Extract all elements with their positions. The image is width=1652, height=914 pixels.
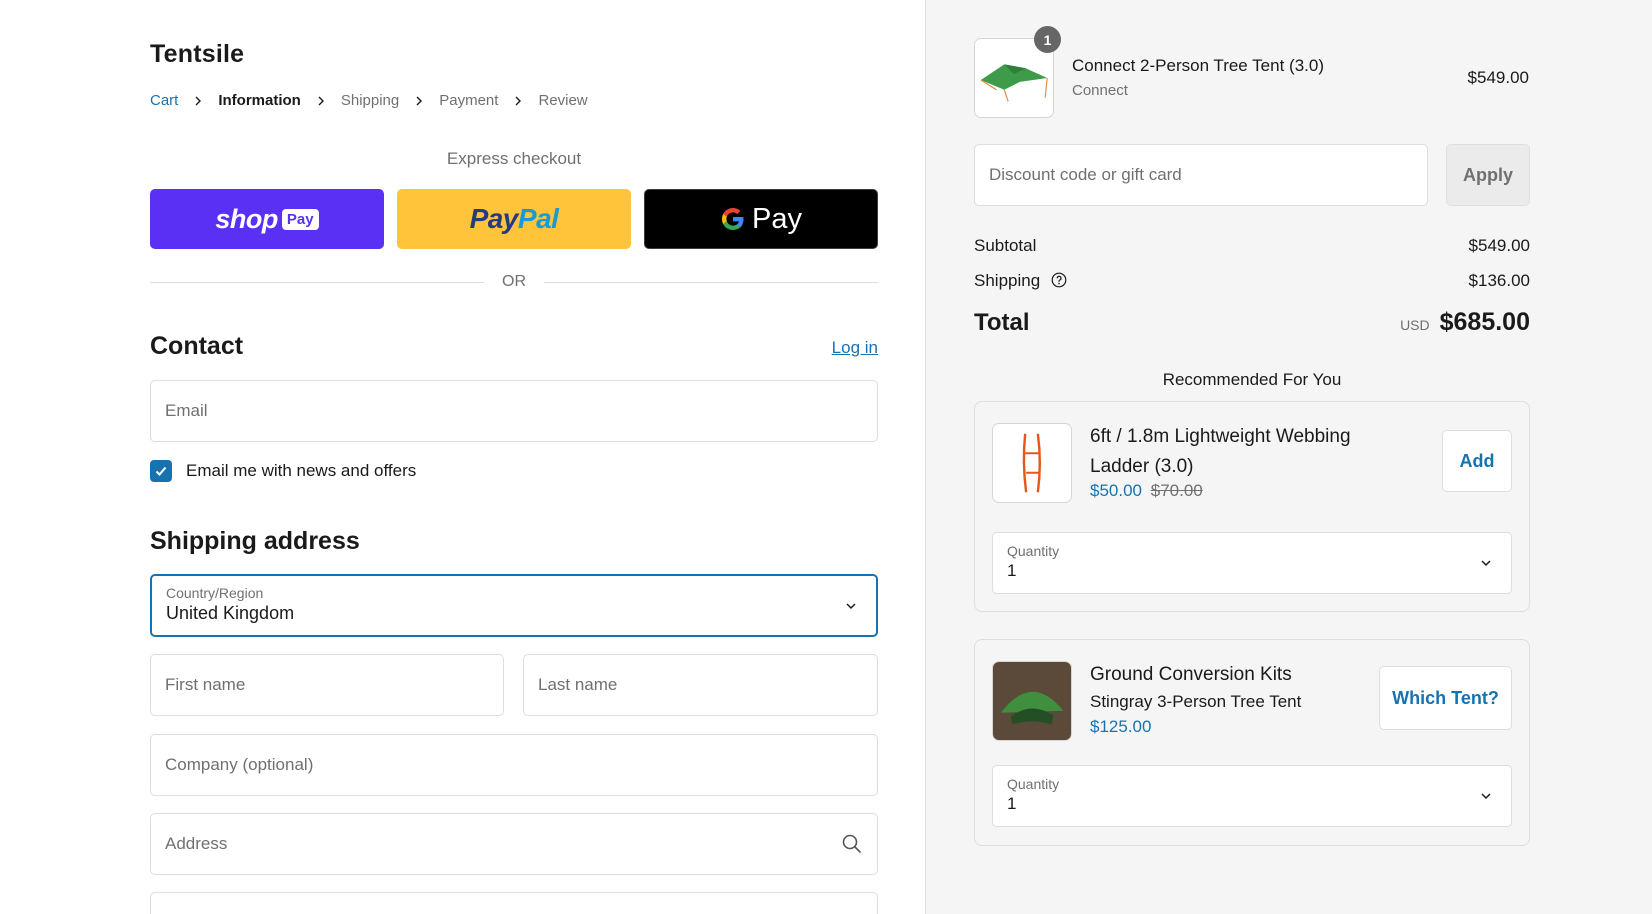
shipping-address-title: Shipping address [150, 527, 360, 555]
webbing-ladder-image [992, 423, 1072, 503]
subtotal-value: $549.00 [1468, 236, 1530, 255]
breadcrumb-shipping: Shipping [340, 92, 400, 109]
discount-code-field[interactable] [974, 144, 1428, 206]
cart-item-name: Connect 2-Person Tree Tent (3.0) [1072, 56, 1324, 75]
recommendation-subtitle: Stingray 3-Person Tree Tent [1090, 692, 1302, 711]
subtotal-label: Subtotal [974, 236, 1037, 255]
total-amount: USD $685.00 [1400, 308, 1530, 337]
recommendation-compare-price: $70.00 [1150, 481, 1203, 500]
newsletter-checkbox[interactable] [150, 460, 172, 482]
breadcrumb-payment: Payment [439, 92, 499, 109]
total-label: Total [974, 308, 1030, 336]
quantity-select[interactable]: Quantity 1 [992, 532, 1512, 594]
shipping-row: Shipping $136.00 [974, 271, 1530, 291]
last-name-field[interactable] [523, 654, 878, 716]
quantity-select[interactable]: Quantity 1 [992, 765, 1512, 827]
chevron-right-icon [512, 95, 524, 107]
help-circle-icon[interactable] [1051, 272, 1067, 288]
chevron-right-icon [413, 95, 425, 107]
address-field[interactable] [150, 813, 878, 875]
breadcrumb-information: Information [218, 92, 301, 109]
chevron-down-icon [1481, 793, 1491, 800]
cart-item-variant: Connect [1072, 82, 1128, 99]
email-field[interactable] [150, 380, 878, 442]
last-name-input[interactable] [538, 675, 863, 695]
recommendation-name: 6ft / 1.8m Lightweight Webbing Ladder (3… [1090, 426, 1351, 477]
total-row: Total USD $685.00 [974, 308, 1530, 337]
shop-pay-logo: shop [215, 203, 278, 234]
google-pay-button[interactable]: Pay [644, 189, 878, 249]
google-pay-label: Pay [752, 202, 802, 235]
address-input[interactable] [165, 834, 863, 854]
or-divider: OR [150, 273, 878, 291]
order-summary-panel: 1 Connect 2-Person Tree Tent (3.0) Conne… [925, 0, 1652, 914]
recommendation-card: Ground Conversion Kits Stingray 3-Person… [974, 639, 1530, 846]
store-name[interactable]: Tentsile [150, 40, 244, 69]
country-region-value: United Kingdom [166, 603, 295, 623]
quantity-value: 1 [1007, 561, 1017, 580]
breadcrumb: Cart Information Shipping Payment Review [150, 92, 588, 109]
shipping-label-group: Shipping [974, 271, 1067, 291]
shipping-value: $136.00 [1468, 271, 1530, 290]
breadcrumb-cart[interactable]: Cart [150, 92, 178, 109]
shipping-label: Shipping [974, 271, 1041, 290]
company-field[interactable] [150, 734, 878, 796]
divider-line [150, 281, 484, 283]
ladder-icon [1022, 433, 1042, 493]
paypal-logo: PayPal [469, 203, 559, 234]
login-link[interactable]: Log in [832, 338, 878, 358]
checkout-form-panel: Tentsile Cart Information Shipping Payme… [0, 0, 925, 914]
currency-code: USD [1400, 317, 1430, 333]
first-name-field[interactable] [150, 654, 504, 716]
cart-item-price: $549.00 [1467, 68, 1529, 87]
recommendation-price: $125.00 [1090, 717, 1152, 736]
first-name-input[interactable] [165, 675, 489, 695]
cart-quantity-badge: 1 [1034, 26, 1061, 53]
country-region-label: Country/Region [166, 585, 264, 601]
total-value: $685.00 [1439, 308, 1530, 336]
recommendation-price-group: $50.00 $70.00 [1090, 481, 1203, 501]
newsletter-label: Email me with news and offers [186, 461, 417, 480]
contact-title: Contact [150, 332, 244, 360]
paypal-button[interactable]: PayPal [397, 189, 631, 249]
add-recommendation-button[interactable]: Add [1442, 430, 1512, 492]
recommendations-title: Recommended For You [1162, 370, 1342, 389]
shop-pay-button[interactable]: shop Pay [150, 189, 384, 249]
chevron-down-icon [1481, 560, 1491, 567]
ground-kit-image [992, 661, 1072, 741]
quantity-label: Quantity [1007, 776, 1060, 792]
recommendation-price: $50.00 [1090, 481, 1142, 500]
company-input[interactable] [165, 755, 863, 775]
ground-tent-icon [993, 662, 1071, 740]
express-checkout-title: Express checkout [446, 149, 582, 168]
google-g-icon [722, 208, 744, 230]
cart-item-thumbnail: 1 [974, 26, 1061, 118]
chevron-down-icon [846, 602, 856, 609]
chevron-right-icon [315, 95, 327, 107]
or-text: OR [502, 273, 526, 290]
discount-code-input[interactable] [989, 165, 1413, 185]
divider-line [544, 281, 878, 283]
which-tent-button[interactable]: Which Tent? [1379, 666, 1512, 730]
chevron-right-icon [192, 95, 204, 107]
search-icon[interactable] [841, 833, 863, 855]
newsletter-checkbox-row[interactable]: Email me with news and offers [150, 460, 416, 482]
shop-pay-badge: Pay [281, 208, 319, 230]
recommendation-name: Ground Conversion Kits [1090, 664, 1292, 685]
checkmark-icon [155, 466, 167, 476]
recommendation-card: 6ft / 1.8m Lightweight Webbing Ladder (3… [974, 401, 1530, 612]
breadcrumb-review: Review [538, 92, 588, 109]
quantity-value: 1 [1007, 794, 1017, 813]
quantity-label: Quantity [1007, 543, 1060, 559]
country-region-select[interactable]: Country/Region United Kingdom [150, 574, 878, 637]
apartment-field[interactable] [150, 892, 878, 914]
apply-discount-button[interactable]: Apply [1446, 144, 1530, 206]
email-input[interactable] [165, 401, 863, 421]
subtotal-row: Subtotal $549.00 [974, 236, 1530, 256]
